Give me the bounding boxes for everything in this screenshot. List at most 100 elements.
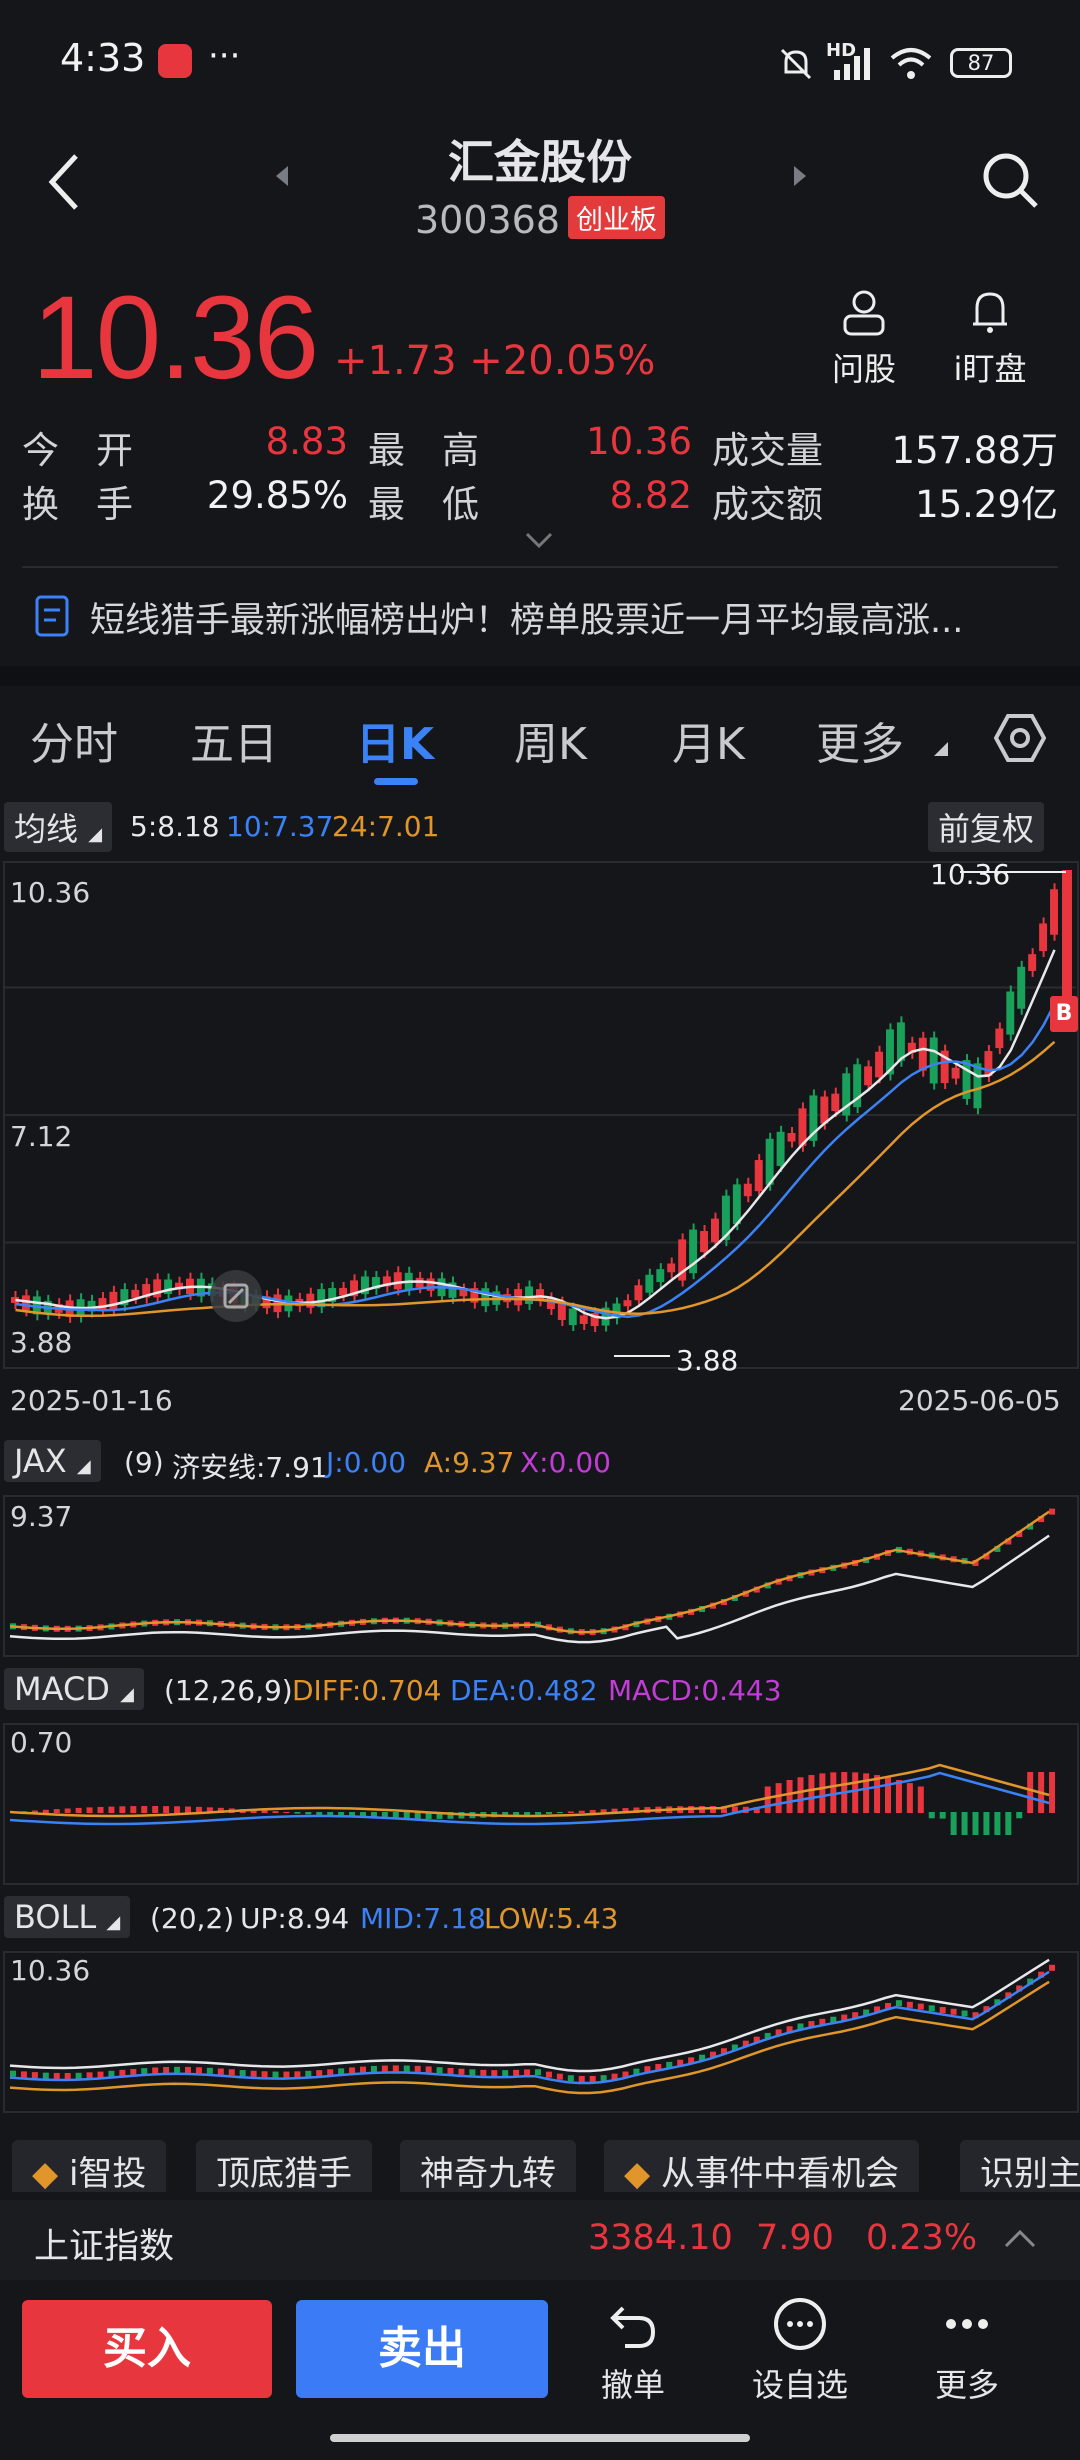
macd-bar [852,1772,859,1813]
kline-chart[interactable] [0,860,1080,1380]
ma24-value: 24:7.01 [332,810,440,843]
macd-macd-value: MACD:0.443 [608,1674,782,1707]
current-price: 10.36 [32,272,319,404]
tool-chip-bottom-top[interactable]: 顶底猎手 [196,2140,372,2192]
board-badge: 创业板 [568,196,666,239]
min-price-label: 3.88 [676,1344,739,1377]
macd-bar [808,1775,815,1813]
boll-candle [206,2067,213,2074]
stock-code: 300368 [414,198,561,242]
tool-chip-identify[interactable]: 识别主 [960,2140,1080,2192]
tab-more[interactable]: 更多 [816,708,904,772]
boll-chart[interactable] [0,1950,1080,2116]
boll-selector[interactable]: BOLL ◢ [4,1896,131,1938]
candle-body [131,1289,140,1298]
candle-body [339,1287,348,1296]
boll-candle [10,2070,16,2077]
stock-code-line: 300368 创业板 [0,196,1080,242]
boll-candle [272,2071,279,2078]
cancel-order-button[interactable]: 撤单 [578,2296,688,2406]
open-value: 8.83 [265,420,348,463]
boll-candle [1049,1964,1056,1971]
tab-weekly-k[interactable]: 周K [514,708,587,772]
macd-bar [316,1812,323,1816]
boll-candle [939,2007,946,2014]
turnover-label: 换 手 [22,483,133,526]
macd-bar [272,1811,279,1813]
jax-x-value: X:0.00 [520,1446,611,1479]
search-icon[interactable] [980,150,1042,212]
macd-bar [130,1806,137,1813]
candle-body [579,1315,588,1324]
boll-candle [108,2070,115,2077]
date-end: 2025-06-05 [898,1384,1061,1417]
boll-candle [425,2066,432,2073]
boll-candle [578,2075,585,2082]
candle-body [776,1131,785,1166]
more-actions-label: 更多 [934,2366,999,2404]
jax-selector[interactable]: JAX ◢ [4,1440,101,1482]
tool-chip-nine-turn[interactable]: 神奇九转 [400,2140,576,2192]
macd-chart[interactable] [0,1722,1080,1888]
macd-bar [819,1773,826,1813]
macd-bar [75,1807,82,1813]
candle-body [1017,966,1026,1009]
chevron-up-icon[interactable] [1004,2228,1036,2248]
macd-dea-value: DEA:0.482 [450,1674,598,1707]
add-watchlist-button[interactable]: 设自选 [740,2296,860,2406]
tab-monthly-k[interactable]: 月K [672,708,745,772]
change-amount: +1.73 [334,338,457,384]
macd-bar [53,1809,60,1813]
boll-param: (20,2) [150,1902,235,1935]
macd-bar [42,1809,49,1813]
adjust-selector[interactable]: 前复权 [928,802,1045,852]
boll-up-line [9,1958,1050,2073]
tool-chip-label: i智投 [68,2154,147,2192]
macd-selector[interactable]: MACD ◢ [4,1668,144,1710]
boll-candle [53,2072,60,2079]
more-actions-button[interactable]: 更多 [912,2296,1022,2406]
more-dots-icon [946,2319,988,2329]
boll-candle [480,2069,487,2076]
tab-five-day[interactable]: 五日 [190,708,278,772]
ma5-line [15,949,1056,1320]
watch-button[interactable]: i盯盘 [940,288,1040,390]
chart-settings-icon[interactable] [994,712,1046,764]
tool-chip-event[interactable]: ◆ 从事件中看机会 [604,2140,919,2192]
boll-candle [185,2066,191,2073]
boll-candle [239,2070,246,2077]
macd-bar [950,1812,957,1835]
low-value: 8.82 [609,474,692,517]
expand-chevron-icon[interactable] [524,530,554,550]
index-pct: 0.23% [866,2218,978,2258]
tool-chip-ai-invest[interactable]: ◆ i智投 [12,2140,167,2192]
ma-selector[interactable]: 均线 ◢ [4,802,113,852]
buy-button[interactable]: 买入 [22,2300,272,2398]
jax-chart[interactable] [0,1494,1080,1660]
macd-y-top: 0.70 [10,1726,73,1759]
ask-stock-button[interactable]: 问股 [820,288,908,390]
boll-candle [163,2067,170,2074]
ma24-line [15,1040,1056,1318]
macd-bar [64,1808,71,1813]
macd-bar [775,1783,782,1813]
boll-candle [906,2001,913,2008]
more-dropdown-icon [934,742,948,756]
index-bar[interactable]: 上证指数 3384.10 7.90 0.23% [0,2200,1080,2280]
index-value: 3384.10 [588,2218,733,2258]
sell-button[interactable]: 卖出 [296,2300,548,2398]
signal-icon [834,48,870,80]
boll-candle [469,2069,476,2076]
candle-body [645,1274,654,1293]
boll-candle [217,2068,224,2075]
candle-body [831,1093,840,1112]
low-label: 最 低 [368,483,479,526]
candle-body [754,1160,763,1192]
jax-candle [1049,1508,1056,1515]
boll-candle [261,2071,268,2078]
tab-daily-k[interactable]: 日K [356,708,434,772]
tab-intraday[interactable]: 分时 [30,708,118,772]
news-ticker[interactable]: 短线猎手最新涨幅榜出炉！榜单股票近一月平均最高涨... [90,592,1050,643]
boll-candle [75,2072,82,2079]
boll-candle [294,2071,301,2078]
